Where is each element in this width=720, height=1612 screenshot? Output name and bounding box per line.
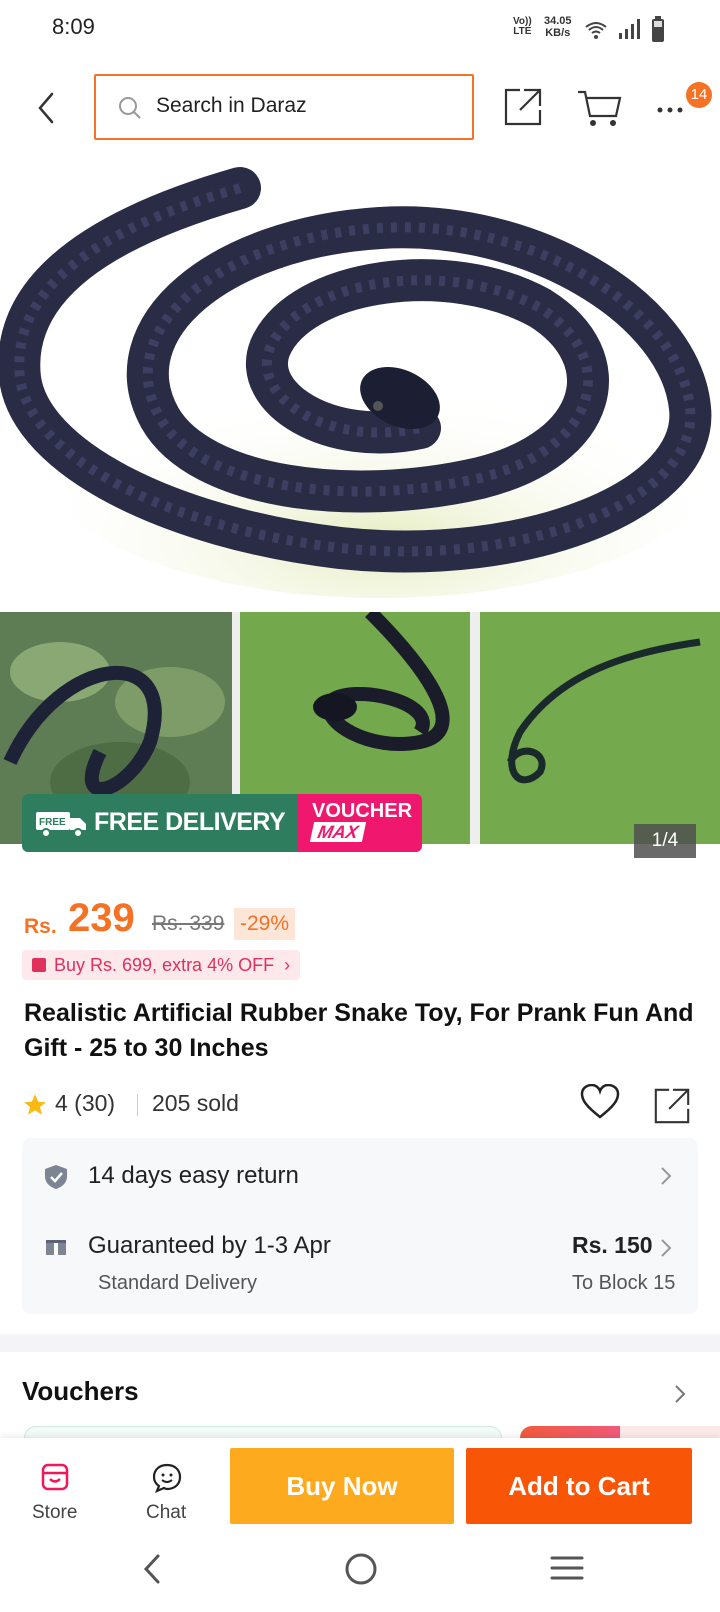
chevron-left-icon xyxy=(38,92,54,124)
signal-icon xyxy=(619,19,640,39)
snake-image xyxy=(0,167,720,598)
delivery-method: Standard Delivery xyxy=(98,1272,257,1294)
delivery-fee: Rs. 150 xyxy=(572,1232,653,1258)
cart-icon xyxy=(578,90,622,126)
chat-icon[interactable] xyxy=(151,1462,183,1494)
chevron-right-icon: › xyxy=(279,955,291,975)
promo-banner: FREE FREE DELIVERY VOUCHER MAX xyxy=(22,794,422,852)
original-price: Rs. 339 xyxy=(152,912,225,935)
deal-text: Buy Rs. 699, extra 4% OFF xyxy=(54,955,275,975)
current-price: 239 xyxy=(68,896,135,940)
package-icon xyxy=(46,1240,66,1255)
free-delivery-badge: FREE FREE DELIVERY xyxy=(22,794,298,852)
snake-image xyxy=(480,612,720,844)
divider xyxy=(137,1094,138,1116)
truck-free-label: FREE xyxy=(39,817,66,828)
share-product-icon[interactable] xyxy=(652,1086,692,1126)
status-time: 8:09 xyxy=(52,14,95,39)
guaranteed-delivery-text[interactable]: Guaranteed by 1-3 Apr xyxy=(88,1232,331,1260)
sold-count: 205 sold xyxy=(152,1090,239,1116)
delivery-truck-icon: FREE xyxy=(36,812,86,838)
voucher-label: VOUCHER xyxy=(312,800,413,822)
product-title: Realistic Artificial Rubber Snake Toy, F… xyxy=(24,999,694,1062)
voucher-max-badge: VOUCHER MAX xyxy=(298,794,422,852)
free-delivery-label: FREE DELIVERY xyxy=(94,808,286,836)
discount-badge: -29% xyxy=(234,908,296,940)
battery-icon xyxy=(652,16,664,42)
network-indicator: Vo)) LTE xyxy=(513,17,532,37)
product-main-image[interactable] xyxy=(0,158,720,612)
system-navigation-bar xyxy=(0,1530,720,1612)
wishlist-heart-icon[interactable] xyxy=(580,1084,620,1120)
voucher-max-label: MAX xyxy=(309,822,367,842)
shield-check-icon xyxy=(45,1165,67,1189)
easy-return-text[interactable]: 14 days easy return xyxy=(88,1162,299,1190)
network-speed: 34.05 KB/s xyxy=(544,15,572,39)
image-counter: 1/4 xyxy=(634,824,696,858)
rating-summary[interactable]: 4 (30) xyxy=(55,1090,115,1117)
wifi-icon xyxy=(585,22,607,39)
star-icon xyxy=(24,1094,46,1115)
chevron-right-icon[interactable] xyxy=(674,1384,686,1404)
back-button[interactable] xyxy=(30,88,66,128)
delivery-destination: To Block 15 xyxy=(572,1272,676,1294)
chevron-right-icon[interactable] xyxy=(660,1166,672,1186)
nav-home-icon[interactable] xyxy=(344,1552,378,1586)
add-to-cart-button[interactable]: Add to Cart xyxy=(466,1448,692,1524)
share-icon xyxy=(504,88,542,126)
speed-unit: KB/s xyxy=(545,27,571,39)
buy-now-button[interactable]: Buy Now xyxy=(230,1448,454,1524)
status-bar: 8:09 Vo)) LTE 34.05 KB/s xyxy=(0,0,720,56)
chat-label[interactable]: Chat xyxy=(146,1502,186,1524)
search-placeholder: Search in Daraz xyxy=(156,94,307,117)
section-divider xyxy=(0,1334,720,1352)
network-bottom-label: LTE xyxy=(513,26,532,37)
nav-menu-icon[interactable] xyxy=(550,1554,584,1582)
store-label[interactable]: Store xyxy=(32,1502,77,1524)
speed-value: 34.05 xyxy=(544,15,572,27)
deal-icon xyxy=(32,958,46,972)
chevron-right-icon[interactable] xyxy=(660,1238,672,1258)
share-button[interactable] xyxy=(502,86,544,128)
search-input[interactable]: Search in Daraz xyxy=(94,74,474,140)
vouchers-title[interactable]: Vouchers xyxy=(22,1376,139,1407)
price-currency: Rs. xyxy=(24,915,57,938)
cart-button[interactable] xyxy=(576,88,622,128)
voucher-card[interactable] xyxy=(520,1426,720,1438)
cart-badge: 14 xyxy=(686,82,712,108)
search-icon xyxy=(119,97,141,119)
gallery-thumbnail-3[interactable] xyxy=(480,612,720,844)
nav-back-icon[interactable] xyxy=(140,1552,164,1586)
bundle-deal-link[interactable]: Buy Rs. 699, extra 4% OFF › xyxy=(22,950,301,980)
store-icon[interactable] xyxy=(40,1462,70,1492)
